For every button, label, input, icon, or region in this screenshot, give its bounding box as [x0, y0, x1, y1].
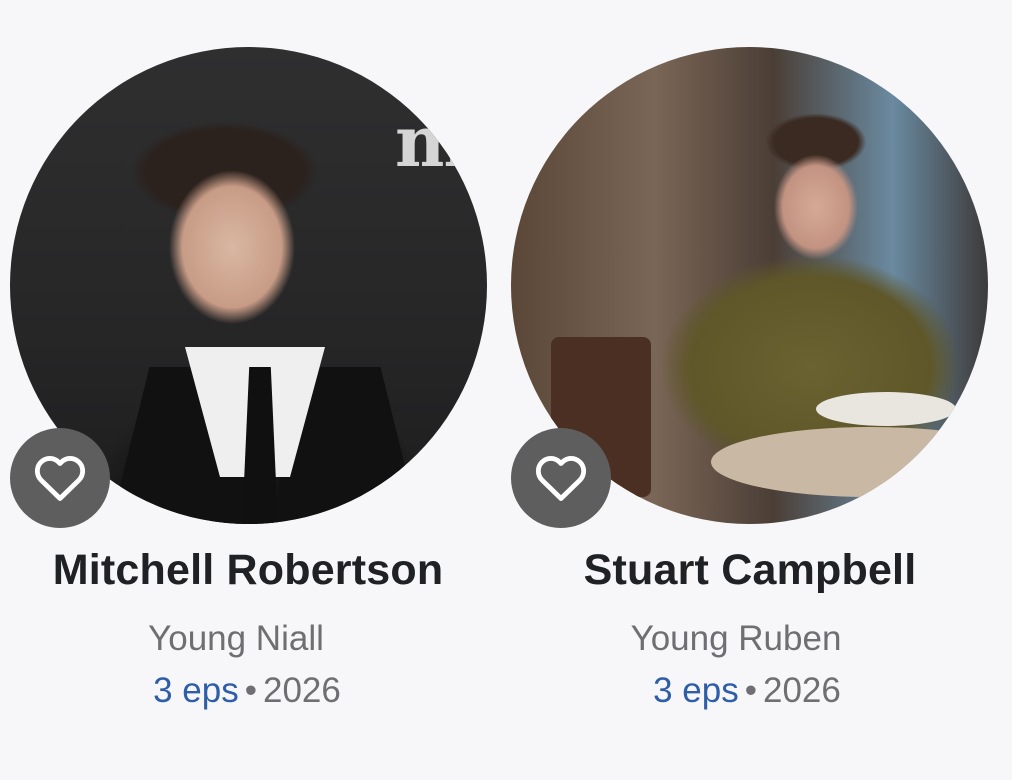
- photo-detail: [711, 427, 988, 497]
- cast-role: Young Niall: [148, 619, 324, 658]
- heart-outline-icon: [34, 456, 86, 501]
- episodes-link[interactable]: 3 eps: [153, 671, 239, 710]
- cast-role: Young Ruben: [630, 619, 842, 658]
- cast-meta: 3 eps • 2026: [497, 671, 997, 711]
- episodes-link[interactable]: 3 eps: [653, 671, 739, 710]
- backdrop-logo: m: [395, 100, 470, 183]
- cast-card[interactable]: Stuart Campbell Young Ruben 3 eps • 2026: [500, 0, 1000, 780]
- cast-grid: m Mitchell Robertson Young Niall 3 eps • 2…: [0, 0, 1012, 780]
- favorite-button[interactable]: [511, 428, 611, 528]
- separator-dot: •: [744, 671, 757, 710]
- separator-dot: •: [244, 671, 257, 710]
- cast-meta: 3 eps • 2026: [0, 671, 497, 711]
- year: 2026: [763, 671, 841, 710]
- year: 2026: [263, 671, 341, 710]
- photo-detail: [816, 392, 956, 426]
- favorite-button[interactable]: [10, 428, 110, 528]
- cast-name[interactable]: Stuart Campbell: [500, 546, 1000, 595]
- cast-card[interactable]: m Mitchell Robertson Young Niall 3 eps • 2…: [0, 0, 500, 780]
- cast-name[interactable]: Mitchell Robertson: [0, 546, 498, 595]
- heart-outline-icon: [535, 456, 587, 501]
